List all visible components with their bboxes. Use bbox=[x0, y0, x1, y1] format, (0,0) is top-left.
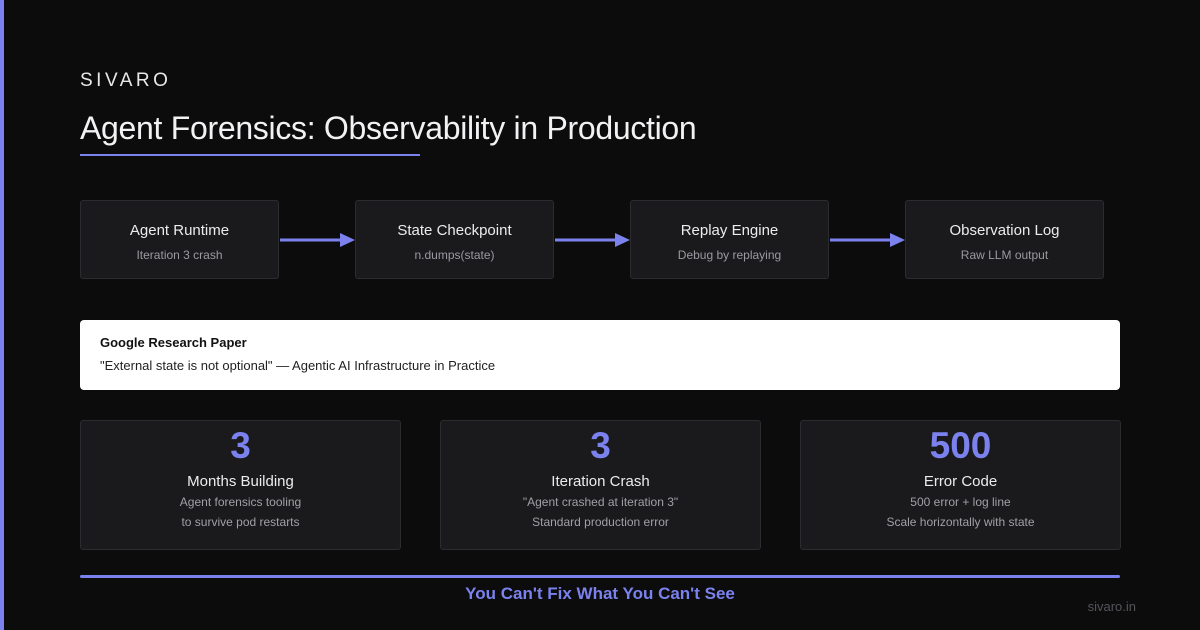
stat-card-months-building: 3 Months Building Agent forensics toolin… bbox=[80, 420, 401, 550]
stat-description: Scale horizontally with state bbox=[886, 515, 1035, 529]
stat-description: Agent forensics tooling bbox=[179, 495, 302, 509]
flow-node-title: Agent Runtime bbox=[129, 222, 230, 239]
flow-node-state-checkpoint: State Checkpoint n.dumps(state) bbox=[355, 200, 554, 279]
stat-label: Iteration Crash bbox=[551, 473, 650, 490]
flow-arrow-icon bbox=[555, 233, 630, 247]
flow-node-subtitle: Debug by replaying bbox=[677, 248, 782, 262]
pipeline-flow-diagram: Agent Runtime Iteration 3 crash State Ch… bbox=[80, 200, 1105, 280]
quote-callout: Google Research Paper "External state is… bbox=[80, 320, 1120, 390]
flow-arrow-icon bbox=[830, 233, 905, 247]
stat-description: to survive pod restarts bbox=[181, 515, 300, 529]
stat-label: Error Code bbox=[923, 473, 998, 490]
brand-logo-text: SIVARO bbox=[80, 70, 172, 91]
stat-description: Standard production error bbox=[532, 515, 669, 529]
flow-node-title: State Checkpoint bbox=[397, 222, 512, 239]
accent-side-bar bbox=[0, 0, 4, 630]
stat-card-iteration-crash: 3 Iteration Crash "Agent crashed at iter… bbox=[440, 420, 761, 550]
stat-value: 500 bbox=[929, 425, 992, 466]
stat-value: 3 bbox=[230, 425, 251, 466]
stat-value: 3 bbox=[590, 425, 611, 466]
flow-node-title: Observation Log bbox=[949, 222, 1060, 239]
flow-node-subtitle: Iteration 3 crash bbox=[136, 248, 223, 262]
flow-node-agent-runtime: Agent Runtime Iteration 3 crash bbox=[80, 200, 279, 279]
stat-description: "Agent crashed at iteration 3" bbox=[522, 495, 679, 509]
title-underline bbox=[80, 154, 420, 156]
flow-arrow-icon bbox=[280, 233, 355, 247]
footer-tagline: You Can't Fix What You Can't See bbox=[465, 584, 735, 603]
page-title: Agent Forensics: Observability in Produc… bbox=[80, 110, 697, 146]
site-domain: sivaro.in bbox=[1087, 599, 1136, 614]
flow-node-replay-engine: Replay Engine Debug by replaying bbox=[630, 200, 829, 279]
stat-card-error-code: 500 Error Code 500 error + log line Scal… bbox=[800, 420, 1121, 550]
footer-divider bbox=[80, 575, 1120, 578]
stat-description: 500 error + log line bbox=[910, 495, 1011, 509]
flow-node-observation-log: Observation Log Raw LLM output bbox=[905, 200, 1104, 279]
flow-node-subtitle: Raw LLM output bbox=[960, 248, 1049, 262]
quote-text: "External state is not optional" — Agent… bbox=[100, 358, 496, 373]
stat-label: Months Building bbox=[187, 473, 294, 490]
flow-node-title: Replay Engine bbox=[680, 222, 779, 239]
flow-node-subtitle: n.dumps(state) bbox=[414, 248, 495, 262]
quote-title: Google Research Paper bbox=[100, 335, 247, 350]
